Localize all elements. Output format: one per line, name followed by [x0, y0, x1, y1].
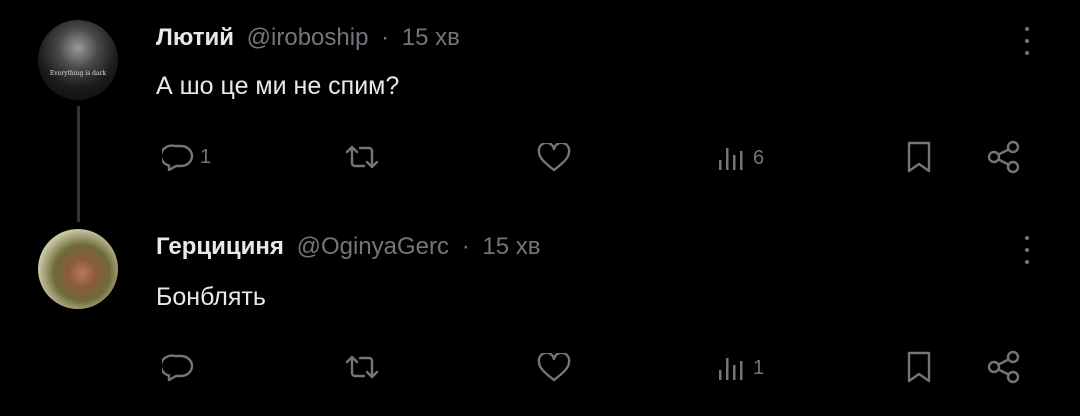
retweet-icon [345, 355, 379, 379]
retweet-button[interactable] [344, 143, 386, 171]
reply-button[interactable]: 1 [162, 143, 211, 171]
retweet-icon [345, 145, 379, 169]
tweet-header: Герцициня @OginyaGerc · 15 хв [156, 233, 540, 261]
views-icon [719, 358, 743, 380]
reply-icon [162, 354, 194, 381]
reply-count: 1 [200, 145, 212, 168]
share-button[interactable] [986, 140, 1022, 174]
separator-dot: · [461, 233, 470, 260]
like-button[interactable] [536, 353, 578, 383]
thread-line [77, 106, 80, 222]
bookmark-icon [907, 141, 931, 173]
bookmark-button[interactable] [905, 350, 933, 384]
user-handle[interactable]: @iroboship [247, 24, 369, 51]
views-button[interactable]: 1 [717, 354, 764, 382]
share-icon [987, 350, 1020, 384]
avatar[interactable]: Everything is dark [38, 20, 118, 100]
views-count: 1 [753, 356, 765, 379]
share-icon [987, 140, 1020, 174]
avatar[interactable] [38, 229, 118, 309]
reply-button[interactable] [162, 353, 200, 381]
display-name[interactable]: Лютий [156, 24, 234, 51]
reply-icon [162, 144, 194, 171]
retweet-button[interactable] [344, 353, 386, 381]
display-name[interactable]: Герцициня [156, 233, 284, 260]
views-icon [719, 148, 743, 170]
views-count: 6 [753, 146, 765, 169]
avatar-caption: Everything is dark [49, 70, 107, 77]
bookmark-button[interactable] [905, 140, 933, 174]
timestamp[interactable]: 15 хв [402, 24, 460, 51]
like-icon [537, 143, 571, 172]
timestamp[interactable]: 15 хв [482, 233, 540, 260]
more-icon[interactable] [1022, 236, 1032, 264]
tweet-text: А шо це ми не спим? [156, 72, 400, 100]
like-button[interactable] [536, 143, 578, 173]
separator-dot: · [381, 24, 390, 51]
like-icon [537, 353, 571, 382]
share-button[interactable] [986, 350, 1022, 384]
tweet-header: Лютий @iroboship · 15 хв [156, 24, 460, 52]
more-icon[interactable] [1022, 27, 1032, 55]
tweet-text: Бонблять [156, 283, 266, 311]
views-button[interactable]: 6 [717, 144, 764, 172]
user-handle[interactable]: @OginyaGerc [297, 233, 449, 260]
bookmark-icon [907, 351, 931, 383]
